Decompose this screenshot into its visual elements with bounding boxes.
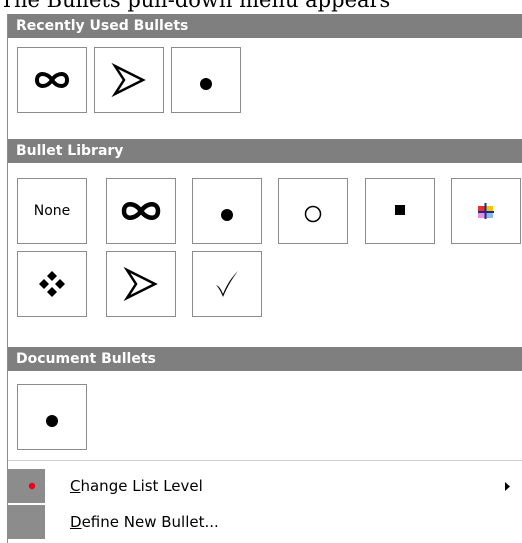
library-bullet-none[interactable]: None <box>17 178 87 244</box>
library-bullet-hollow-circle[interactable] <box>278 178 348 244</box>
define-new-bullet-rest: efine New Bullet... <box>81 513 219 531</box>
recent-bullet-filled-circle[interactable] <box>171 47 241 113</box>
bullet-library-header: Bullet Library <box>8 139 522 163</box>
filled-circle-icon <box>221 209 233 221</box>
change-list-level-accel: C <box>70 477 81 495</box>
change-list-level-label: Change List Level <box>70 469 203 503</box>
caption-strip: The Bullets pull-down menu appears <box>0 0 522 14</box>
library-bullet-filled-circle[interactable] <box>192 178 262 244</box>
filled-circle-icon <box>200 78 212 90</box>
arrowhead-icon <box>123 266 158 302</box>
define-new-bullet-label: Define New Bullet... <box>70 505 219 539</box>
menu-gutter <box>8 505 45 539</box>
submenu-arrow-icon <box>505 482 510 491</box>
filled-square-icon <box>395 205 405 215</box>
change-list-level-rest: hange List Level <box>80 477 203 495</box>
caption-text: The Bullets pull-down menu appears <box>0 0 391 12</box>
hollow-circle-icon <box>304 205 322 223</box>
library-bullet-colorful-cross[interactable] <box>451 178 521 244</box>
recently-used-header: Recently Used Bullets <box>8 14 522 38</box>
red-dot-indicator-icon <box>28 482 36 490</box>
define-new-bullet-accel: D <box>70 513 82 531</box>
four-diamonds-icon <box>39 271 65 297</box>
arrowhead-icon <box>111 62 146 98</box>
infinity-icon <box>121 202 161 220</box>
document-bullet-filled-circle[interactable] <box>17 384 87 450</box>
document-bullets-header: Document Bullets <box>8 347 522 371</box>
library-bullet-filled-square[interactable] <box>365 178 435 244</box>
bullets-dropdown-menu: Recently Used Bullets Bullet Library Non… <box>7 14 522 543</box>
library-bullet-four-diamonds[interactable] <box>17 251 87 317</box>
library-bullet-arrowhead[interactable] <box>106 251 176 317</box>
infinity-icon <box>34 72 70 88</box>
define-new-bullet-item[interactable]: Define New Bullet... <box>8 505 522 539</box>
checkmark-icon <box>216 271 238 297</box>
menu-gutter <box>8 469 45 503</box>
library-bullet-infinity[interactable] <box>106 178 176 244</box>
filled-circle-icon <box>46 415 58 427</box>
none-label: None <box>33 203 71 219</box>
library-bullet-checkmark[interactable] <box>192 251 262 317</box>
colorful-cross-icon <box>478 203 494 219</box>
bullets-menu-page: The Bullets pull-down menu appears Recen… <box>0 0 522 543</box>
recent-bullet-infinity[interactable] <box>17 47 87 113</box>
menu-divider <box>8 460 522 461</box>
recent-bullet-arrowhead[interactable] <box>94 47 164 113</box>
change-list-level-item[interactable]: Change List Level <box>8 469 522 503</box>
